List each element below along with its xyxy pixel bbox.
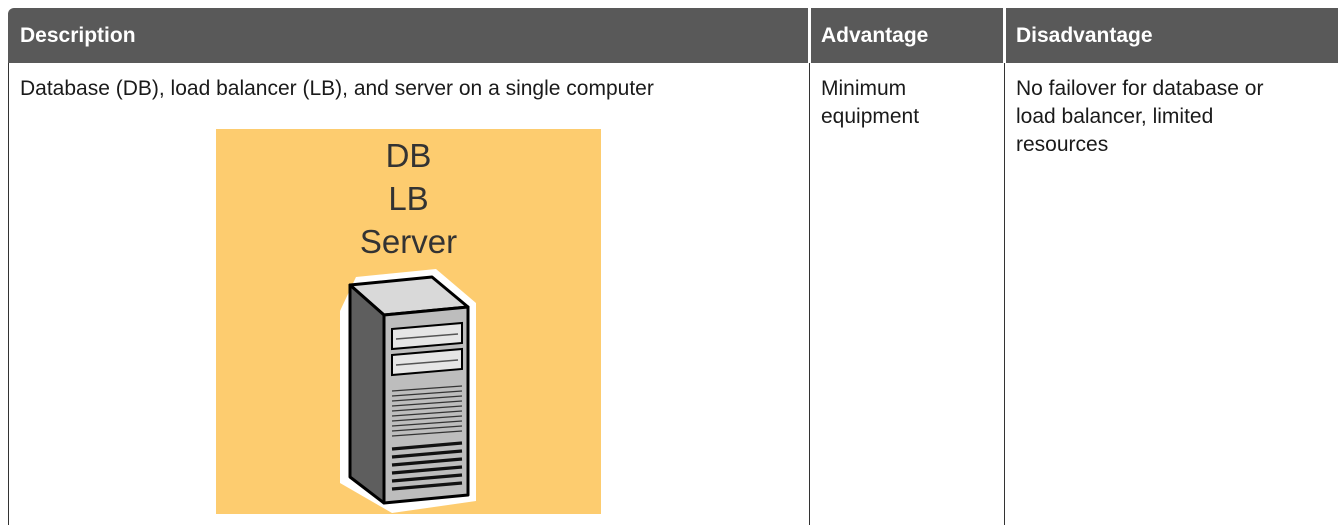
disadvantage-line: No failover for database or	[1016, 77, 1264, 100]
figure-label-lb: LB	[388, 180, 429, 217]
advantage-line: equipment	[821, 105, 920, 128]
single-computer-figure: DB LB Server	[216, 129, 601, 514]
column-border-advantage	[1004, 63, 1005, 525]
disadvantage-cell: No failover for database or load balance…	[1016, 75, 1338, 159]
table-header-row: Description Advantage Disadvantage	[8, 8, 1338, 63]
header-advantage: Advantage	[821, 24, 929, 47]
figure-label-db: DB	[385, 137, 432, 174]
server-tower-icon	[340, 269, 476, 513]
column-border-description	[809, 63, 810, 525]
comparison-table: Description Advantage Disadvantage Datab…	[8, 8, 1338, 525]
disadvantage-line: resources	[1016, 133, 1109, 156]
advantage-cell: Minimum equipment	[821, 75, 1001, 131]
disadvantage-line: load balancer, limited	[1016, 105, 1214, 128]
header-description: Description	[20, 24, 136, 47]
column-border-left	[8, 63, 9, 525]
advantage-line: Minimum	[821, 77, 907, 100]
header-disadvantage: Disadvantage	[1016, 24, 1153, 47]
figure-label-server: Server	[359, 223, 458, 260]
description-cell-text: Database (DB), load balancer (LB), and s…	[20, 77, 654, 100]
